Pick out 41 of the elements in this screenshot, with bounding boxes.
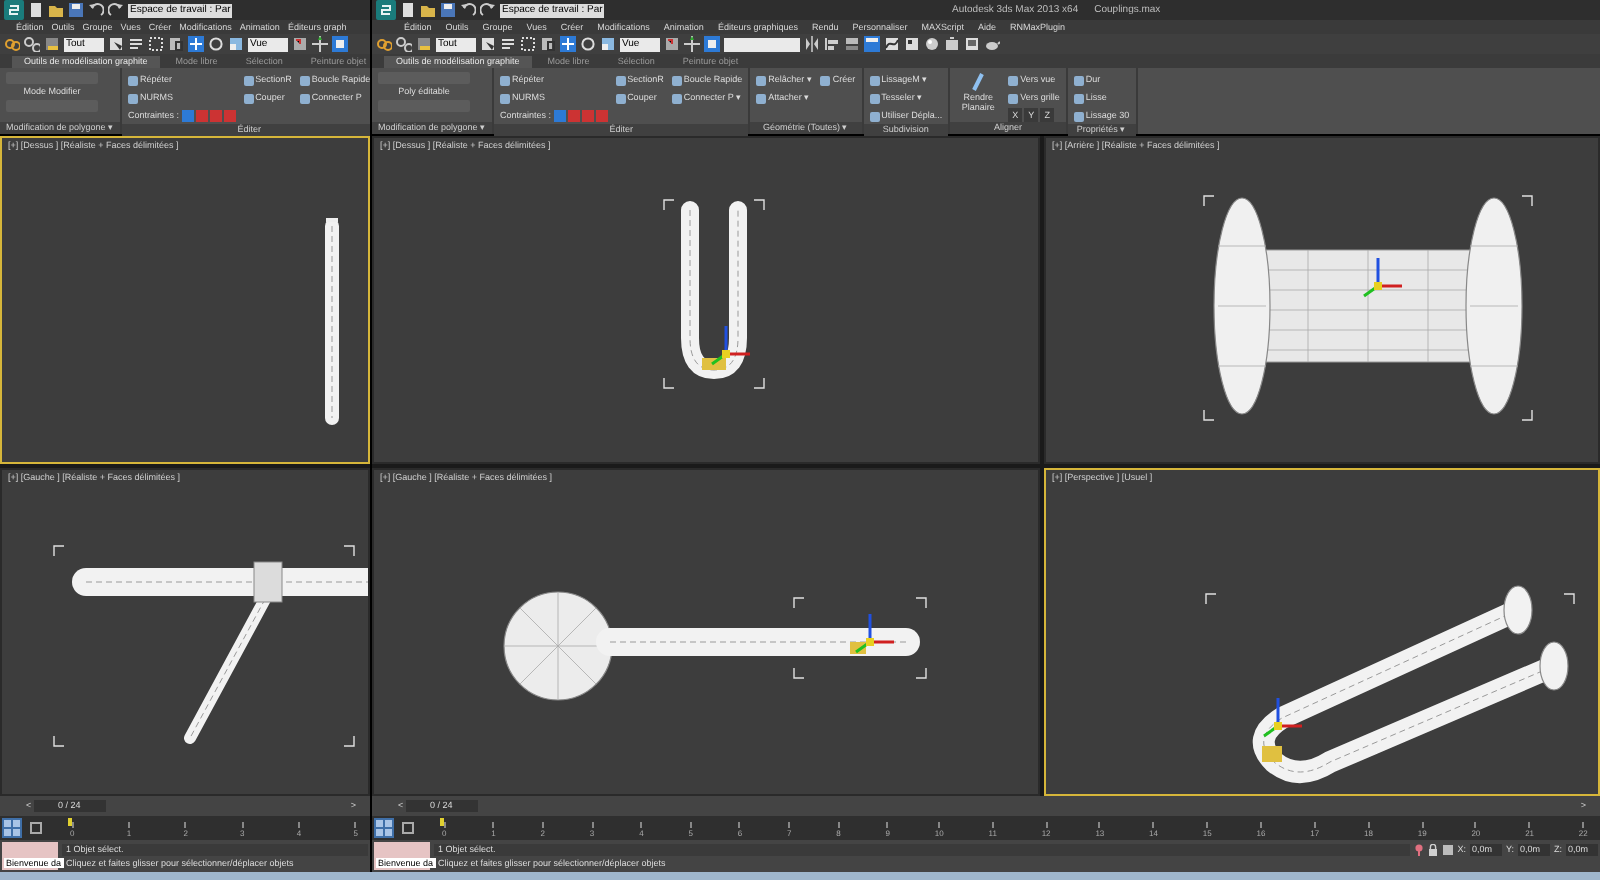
redo-icon[interactable] <box>480 2 496 18</box>
unlink-icon[interactable] <box>24 36 40 52</box>
region-icon[interactable] <box>520 36 536 52</box>
axis-icon[interactable] <box>312 36 328 52</box>
move-icon[interactable] <box>560 36 576 52</box>
plane-icon <box>970 72 987 92</box>
redo-icon[interactable] <box>108 2 124 18</box>
select-cursor-icon[interactable] <box>480 36 496 52</box>
app-logo-icon[interactable] <box>376 0 396 20</box>
unlink-icon[interactable] <box>396 36 412 52</box>
app-logo-icon[interactable] <box>4 0 24 20</box>
viewport-layout-icon[interactable] <box>374 818 394 838</box>
viewport-layout-icon[interactable] <box>2 818 22 838</box>
select-cursor-icon[interactable] <box>108 36 124 52</box>
region-icon[interactable] <box>148 36 164 52</box>
file-icon[interactable] <box>28 2 44 18</box>
save-icon[interactable] <box>440 2 456 18</box>
list-icon[interactable] <box>500 36 516 52</box>
key-icon[interactable] <box>1413 844 1424 856</box>
link-icon[interactable] <box>4 36 20 52</box>
tool-icon <box>820 75 831 85</box>
rotate-icon[interactable] <box>208 36 224 52</box>
time-marker[interactable] <box>440 818 444 826</box>
undo-icon[interactable] <box>88 2 104 18</box>
save-icon[interactable] <box>68 2 84 18</box>
axis-icon[interactable] <box>684 36 700 52</box>
move-icon[interactable] <box>188 36 204 52</box>
align-icon[interactable] <box>824 36 840 52</box>
mirror-icon[interactable] <box>804 36 820 52</box>
layers-icon[interactable] <box>844 36 860 52</box>
time-marker[interactable] <box>68 818 72 826</box>
teapot-icon[interactable] <box>984 36 1000 52</box>
list-icon[interactable] <box>128 36 144 52</box>
lock-icon[interactable] <box>1427 844 1438 856</box>
rotate-icon[interactable] <box>580 36 596 52</box>
file-icon[interactable] <box>400 2 416 18</box>
selection-set-field[interactable] <box>724 37 800 51</box>
undo-icon[interactable] <box>460 2 476 18</box>
scale-icon[interactable] <box>228 36 244 52</box>
link-icon[interactable] <box>376 36 392 52</box>
scale-icon[interactable] <box>600 36 616 52</box>
